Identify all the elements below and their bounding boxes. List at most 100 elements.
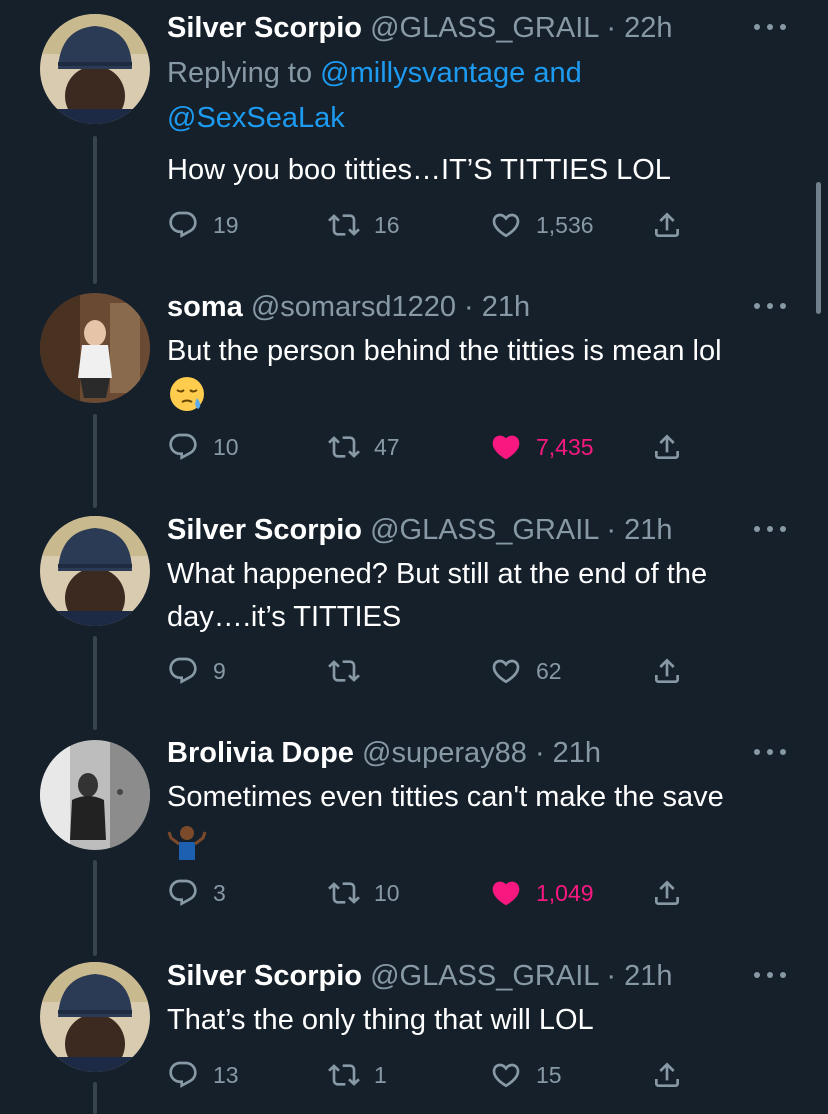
reply-icon [167, 209, 199, 241]
share-icon [651, 1059, 683, 1091]
share-icon [651, 209, 683, 241]
reply-button[interactable]: 9 [167, 651, 226, 691]
more-options-icon[interactable] [754, 749, 786, 757]
timestamp[interactable]: 21h [624, 960, 672, 992]
action-bar: 3 10 1,049 [0, 873, 828, 913]
user-handle[interactable]: @GLASS_GRAIL [370, 960, 598, 992]
like-button[interactable]: 1,049 [490, 873, 594, 913]
like-count: 1,049 [536, 879, 594, 906]
reply-count: 13 [213, 1061, 239, 1088]
user-handle[interactable]: @somarsd1220 [251, 291, 456, 323]
heart-filled-icon [490, 431, 522, 463]
share-button[interactable] [651, 1055, 683, 1095]
share-button[interactable] [651, 205, 683, 245]
avatar[interactable] [40, 293, 150, 403]
tweet-text: But the person behind the titties is mea… [167, 335, 722, 367]
share-icon [651, 431, 683, 463]
avatar[interactable] [40, 14, 150, 124]
separator-dot: · [606, 12, 617, 44]
reply-button[interactable]: 10 [167, 427, 239, 467]
separator-dot: · [464, 291, 474, 323]
retweet-icon [328, 877, 360, 909]
action-bar: 13 1 15 [0, 1055, 828, 1095]
display-name[interactable]: Brolivia Dope [167, 737, 354, 769]
retweet-button[interactable]: 1 [328, 1055, 387, 1095]
reply-button[interactable]: 19 [167, 205, 239, 245]
replying-to-and[interactable]: and [533, 57, 581, 89]
timestamp[interactable]: 21h [624, 514, 672, 546]
heart-filled-icon [490, 877, 522, 909]
avatar[interactable] [40, 740, 150, 850]
user-handle[interactable]: @GLASS_GRAIL [370, 12, 598, 44]
retweet-button[interactable]: 10 [328, 873, 400, 913]
action-bar: 9 62 [0, 651, 828, 691]
reply-icon [167, 655, 199, 687]
retweet-count: 1 [374, 1061, 387, 1088]
reply-count: 10 [213, 433, 239, 460]
separator-dot: · [606, 514, 617, 546]
person-shrugging-emoji [167, 826, 207, 860]
more-options-icon[interactable] [754, 526, 786, 534]
display-name[interactable]: Silver Scorpio [167, 12, 362, 44]
separator-dot: · [606, 960, 617, 992]
replying-to-label: Replying to [167, 57, 313, 89]
replying-to-line2: @SexSeaLak [167, 96, 345, 141]
sleepy-face-emoji [170, 377, 204, 411]
reply-count: 9 [213, 657, 226, 684]
timestamp[interactable]: 21h [553, 737, 601, 769]
share-button[interactable] [651, 427, 683, 467]
retweet-count: 47 [374, 433, 400, 460]
tweet-text: How you boo titties…IT’S TITTIES LOL [167, 154, 671, 186]
retweet-icon [328, 209, 360, 241]
tweet-text: That’s the only thing that will LOL [167, 1004, 594, 1036]
heart-icon [490, 209, 522, 241]
user-handle[interactable]: @superay88 [362, 737, 527, 769]
timestamp[interactable]: 21h [482, 291, 530, 323]
tweet-text-line1: What happened? But still at the end of t… [167, 558, 708, 590]
like-count: 15 [536, 1061, 562, 1088]
retweet-count: 16 [374, 211, 400, 238]
retweet-button[interactable]: 47 [328, 427, 400, 467]
tweet-text-line2: day….it’s TITTIES [167, 601, 402, 633]
tweet-header: Brolivia Dope @superay88 · 21h [167, 735, 601, 771]
share-button[interactable] [651, 651, 683, 691]
retweet-icon [328, 1059, 360, 1091]
timestamp[interactable]: 22h [624, 12, 672, 44]
reply-button[interactable]: 13 [167, 1055, 239, 1095]
like-button[interactable]: 1,536 [490, 205, 594, 245]
scrollbar[interactable] [816, 182, 821, 314]
action-bar: 19 16 1,536 [0, 205, 828, 245]
tweet-header: Silver Scorpio @GLASS_GRAIL · 21h [167, 512, 673, 548]
mention-link[interactable]: @SexSeaLak [167, 102, 345, 134]
like-button[interactable]: 7,435 [490, 427, 594, 467]
more-options-icon[interactable] [754, 303, 786, 311]
reply-icon [167, 877, 199, 909]
mention-link[interactable]: @millysvantage [320, 57, 525, 89]
heart-icon [490, 1059, 522, 1091]
reply-icon [167, 1059, 199, 1091]
display-name[interactable]: soma [167, 291, 243, 323]
action-bar: 10 47 7,435 [0, 427, 828, 467]
like-button[interactable]: 62 [490, 651, 562, 691]
share-icon [651, 877, 683, 909]
retweet-icon [328, 655, 360, 687]
like-count: 7,435 [536, 433, 594, 460]
avatar[interactable] [40, 516, 150, 626]
like-button[interactable]: 15 [490, 1055, 562, 1095]
more-options-icon[interactable] [754, 972, 786, 980]
reply-icon [167, 431, 199, 463]
share-button[interactable] [651, 873, 683, 913]
share-icon [651, 655, 683, 687]
heart-icon [490, 655, 522, 687]
reply-button[interactable]: 3 [167, 873, 226, 913]
user-handle[interactable]: @GLASS_GRAIL [370, 514, 598, 546]
retweet-button[interactable] [328, 651, 374, 691]
reply-count: 3 [213, 879, 226, 906]
tweet-text: Sometimes even titties can't make the sa… [167, 781, 724, 813]
more-options-icon[interactable] [754, 24, 786, 32]
separator-dot: · [534, 737, 545, 769]
retweet-button[interactable]: 16 [328, 205, 400, 245]
display-name[interactable]: Silver Scorpio [167, 514, 362, 546]
display-name[interactable]: Silver Scorpio [167, 960, 362, 992]
replying-to: Replying to @millysvantage and [167, 51, 582, 96]
